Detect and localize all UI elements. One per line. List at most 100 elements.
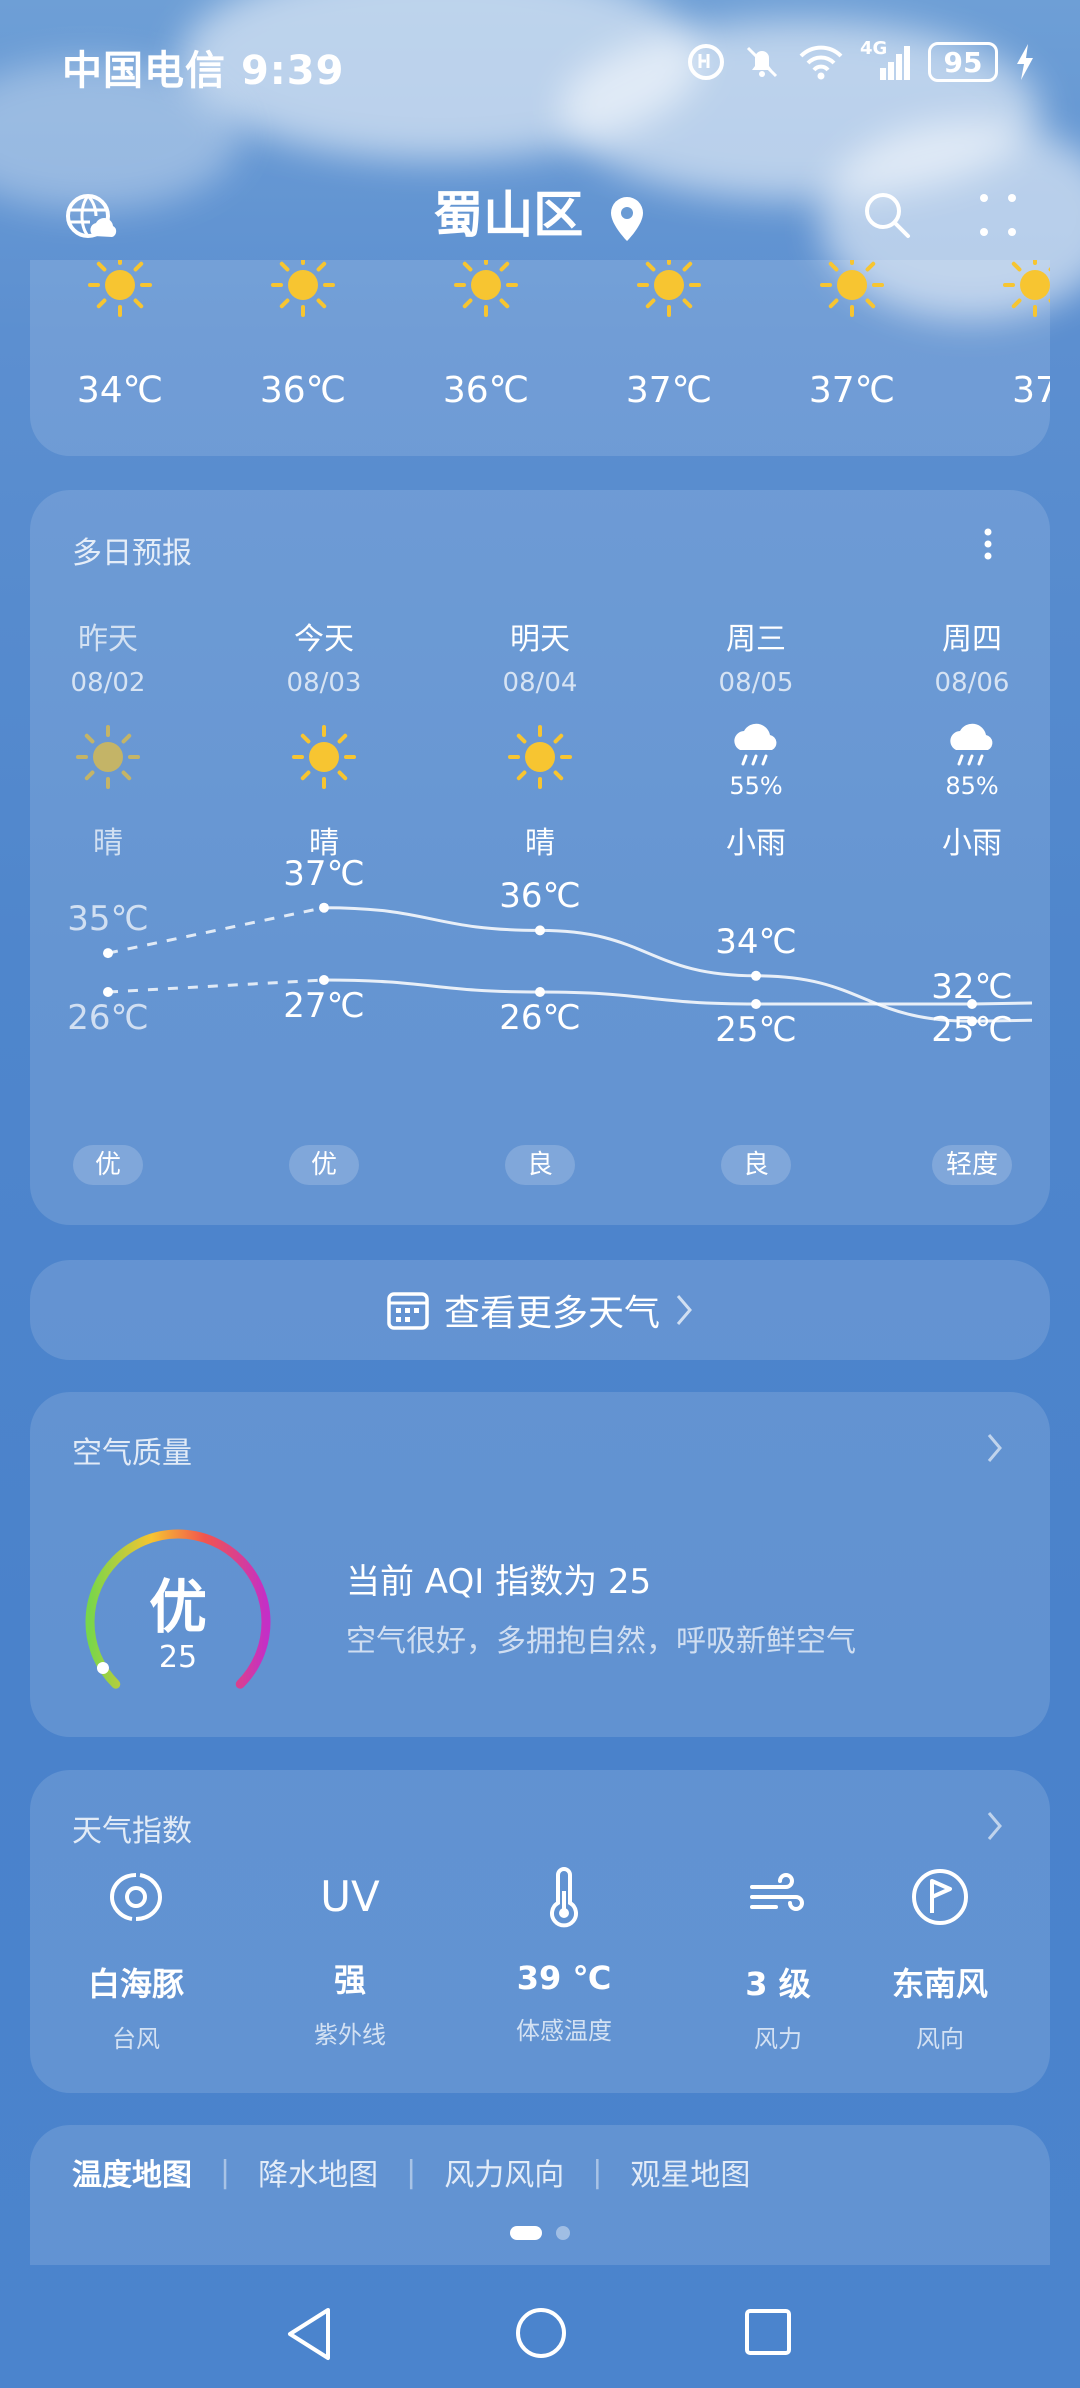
signal-bars-icon xyxy=(880,46,910,80)
mute-bell-icon xyxy=(746,46,778,78)
more-weather-button[interactable]: 查看更多天气 xyxy=(30,1260,1050,1360)
aqi-badge: 优 xyxy=(289,1145,359,1185)
forecast-day[interactable]: 明天 08/04 晴 36℃ 26℃ 良 xyxy=(465,490,615,1225)
day-date: 08/05 xyxy=(718,668,794,698)
forecast-day[interactable]: 今天 08/03 晴 37℃ 27℃ 优 xyxy=(249,490,399,1225)
status-bar: 中国电信 9:39 4G 95 xyxy=(0,0,1080,130)
aqi-badge: 良 xyxy=(505,1145,575,1185)
sun-icon xyxy=(637,260,701,317)
sun-icon xyxy=(76,725,140,789)
index-label: 风向 xyxy=(916,2025,964,2053)
day-name: 周三 xyxy=(726,622,786,657)
tab-precipitation-map[interactable]: 降水地图 xyxy=(258,2150,378,2194)
tab-temperature-map[interactable]: 温度地图 xyxy=(72,2150,192,2194)
tab-separator: | xyxy=(406,2154,417,2190)
more-options-icon[interactable] xyxy=(976,190,1020,240)
hourly-temp: 36℃ xyxy=(442,370,530,411)
hourly-temp: 36℃ xyxy=(259,370,347,411)
forecast-day[interactable]: 周四 08/06 85% 小雨 32℃ 25℃ 轻度 xyxy=(897,490,1047,1225)
air-quality-title: 空气质量 xyxy=(72,1436,192,1471)
index-typhoon[interactable]: 白海豚 台风 xyxy=(36,1865,236,2054)
low-temp: 26℃ xyxy=(499,998,581,1038)
index-label: 体感温度 xyxy=(516,2017,612,2045)
chevron-right-icon xyxy=(676,1295,692,1325)
index-label: 台风 xyxy=(112,2025,160,2053)
wind-icon xyxy=(750,1873,804,1911)
high-temp: 34℃ xyxy=(715,921,797,962)
page-dot-active xyxy=(510,2226,542,2240)
aqi-badge: 轻度 xyxy=(932,1145,1012,1185)
recent-apps-icon[interactable] xyxy=(744,2308,792,2356)
hourly-item: 37℃ xyxy=(609,260,729,450)
weather-index-card[interactable]: 天气指数 白海豚 台风 UV 强 紫外线 39 ℃ 体感温度 3 级 风力 东南… xyxy=(30,1770,1050,2093)
aqi-headline: 当前 AQI 指数为 25 xyxy=(346,1562,652,1602)
page-dot xyxy=(556,2226,570,2240)
index-value: 强 xyxy=(333,1961,366,1999)
day-date: 08/03 xyxy=(286,668,362,698)
uv-icon: UV xyxy=(320,1872,380,1921)
location-title[interactable]: 蜀山区 xyxy=(0,160,1080,270)
wifi-icon xyxy=(799,45,843,80)
index-wind-direction[interactable]: 东南风 风向 xyxy=(840,1865,1040,2054)
day-name: 今天 xyxy=(294,622,354,657)
day-name: 昨天 xyxy=(78,622,138,657)
battery-level: 95 xyxy=(943,45,983,79)
high-temp: 37℃ xyxy=(283,853,365,894)
tab-separator: | xyxy=(592,2154,603,2190)
hd-call-icon xyxy=(688,44,724,80)
sun-icon xyxy=(271,260,335,317)
day-date: 08/02 xyxy=(70,668,146,698)
index-value: 白海豚 xyxy=(87,1965,184,2003)
top-bar: 蜀山区 xyxy=(0,160,1080,270)
hourly-forecast-card[interactable]: 34℃ 36℃ 36℃ 37℃ 37℃ 37 xyxy=(30,260,1050,456)
aqi-level: 优 xyxy=(148,1573,207,1641)
sun-icon xyxy=(292,725,356,789)
sun-icon xyxy=(1003,260,1050,317)
chevron-right-icon xyxy=(987,1812,1002,1840)
home-icon[interactable] xyxy=(514,2306,568,2360)
weather-maps-card[interactable]: 温度地图 | 降水地图 | 风力风向 | 观星地图 xyxy=(30,2125,1050,2265)
day-condition: 小雨 xyxy=(726,826,786,861)
hourly-temp: 37℃ xyxy=(808,370,896,411)
tab-stargazing-map[interactable]: 观星地图 xyxy=(630,2150,750,2194)
page-indicator[interactable] xyxy=(0,2226,1080,2240)
multi-day-forecast-card[interactable]: 多日预报 昨天 08/02 晴 35℃ 26℃ 优今天 08/03 晴 37℃ 27℃ 优明天 08/… xyxy=(30,490,1050,1225)
high-temp: 36℃ xyxy=(499,876,581,917)
cellular-signal: 4G xyxy=(860,38,912,82)
index-uv[interactable]: UV 强 紫外线 xyxy=(250,1865,450,2050)
rain-cloud-icon xyxy=(734,723,777,766)
aqi-gauge: 优 25 xyxy=(78,1522,278,1702)
precip-chance: 55% xyxy=(729,772,783,800)
hourly-item: 36℃ xyxy=(243,260,363,450)
index-feels-like[interactable]: 39 ℃ 体感温度 xyxy=(464,1865,664,2046)
back-icon[interactable] xyxy=(284,2306,334,2362)
sun-icon xyxy=(820,260,884,317)
map-tabs: 温度地图 | 降水地图 | 风力风向 | 观星地图 xyxy=(72,2150,750,2194)
sun-icon xyxy=(454,260,518,317)
hourly-temp: 37 xyxy=(1012,370,1050,411)
wind-direction-icon xyxy=(912,1869,968,1925)
forecast-day[interactable]: 昨天 08/02 晴 35℃ 26℃ 优 xyxy=(33,490,183,1225)
aqi-badge: 良 xyxy=(721,1145,791,1185)
rain-cloud-icon xyxy=(950,723,993,766)
weather-index-title: 天气指数 xyxy=(72,1814,192,1849)
day-condition: 小雨 xyxy=(942,826,1002,861)
hourly-temp: 34℃ xyxy=(76,370,164,411)
tab-separator: | xyxy=(220,2154,231,2190)
hourly-item: 37℃ xyxy=(792,260,912,450)
chevron-right-icon xyxy=(987,1434,1002,1462)
day-date: 08/04 xyxy=(502,668,578,698)
sun-icon xyxy=(508,725,572,789)
status-icons: 4G 95 xyxy=(686,38,1036,86)
precip-chance: 85% xyxy=(945,772,999,800)
forecast-day[interactable]: 周三 08/05 55% 小雨 34℃ 25℃ 良 xyxy=(681,490,831,1225)
high-temp: 35℃ xyxy=(67,899,149,940)
hourly-temp: 37℃ xyxy=(625,370,713,411)
more-weather-label: 查看更多天气 xyxy=(443,1293,660,1334)
search-icon[interactable] xyxy=(862,190,912,240)
tab-wind-map[interactable]: 风力风向 xyxy=(444,2150,564,2194)
battery-indicator: 95 xyxy=(928,42,998,82)
air-quality-card[interactable]: 空气质量 优 25 当前 AQI 指数为 25 空气很好，多拥抱自然，呼吸新鲜空… xyxy=(30,1392,1050,1737)
sun-icon xyxy=(88,260,152,317)
hourly-item: 34℃ xyxy=(60,260,180,450)
